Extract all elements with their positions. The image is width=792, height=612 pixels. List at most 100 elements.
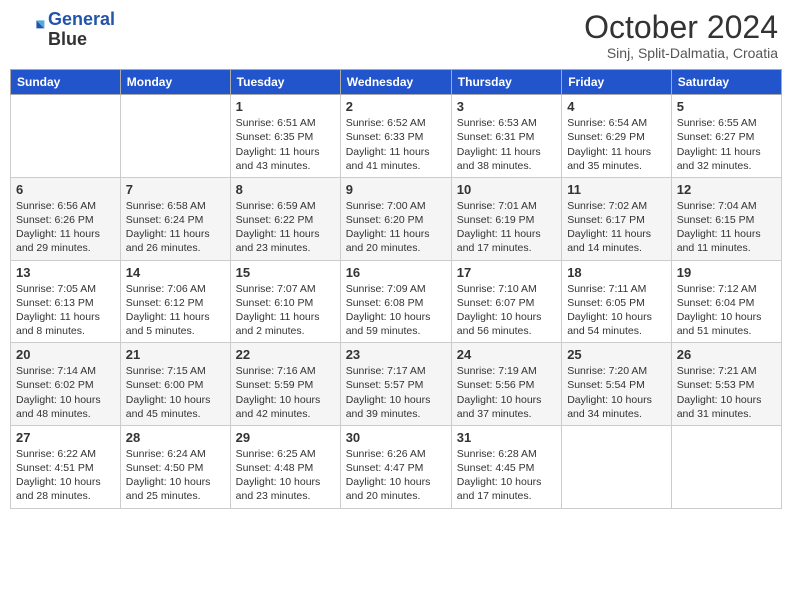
day-info: Sunrise: 7:06 AM Sunset: 6:12 PM Dayligh… (126, 282, 225, 339)
day-info: Sunrise: 6:54 AM Sunset: 6:29 PM Dayligh… (567, 116, 666, 173)
day-number: 7 (126, 182, 225, 197)
day-number: 29 (236, 430, 335, 445)
title-block: October 2024 Sinj, Split-Dalmatia, Croat… (584, 10, 778, 61)
day-info: Sunrise: 7:11 AM Sunset: 6:05 PM Dayligh… (567, 282, 666, 339)
day-info: Sunrise: 7:10 AM Sunset: 6:07 PM Dayligh… (457, 282, 556, 339)
day-number: 1 (236, 99, 335, 114)
day-number: 20 (16, 347, 115, 362)
calendar-cell: 11Sunrise: 7:02 AM Sunset: 6:17 PM Dayli… (562, 177, 672, 260)
calendar-cell: 18 Sunrise: 7:11 AM Sunset: 6:05 PM Dayli… (562, 260, 672, 343)
calendar-cell: 15Sunrise: 7:07 AM Sunset: 6:10 PM Dayli… (230, 260, 340, 343)
day-info: Sunrise: 6:22 AM Sunset: 4:51 PM Dayligh… (16, 447, 115, 504)
day-number: 13 (16, 265, 115, 280)
day-info: Sunrise: 7:15 AM Sunset: 6:00 PM Dayligh… (126, 364, 225, 421)
header-wednesday: Wednesday (340, 70, 451, 95)
calendar-cell (671, 425, 781, 508)
calendar-cell: 8 Sunrise: 6:59 AM Sunset: 6:22 PM Daylig… (230, 177, 340, 260)
day-number: 14 (126, 265, 225, 280)
calendar-cell (11, 95, 121, 178)
day-number: 17 (457, 265, 556, 280)
calendar-cell: 16 Sunrise: 7:09 AM Sunset: 6:08 PM Dayli… (340, 260, 451, 343)
day-info: Sunrise: 7:02 AM Sunset: 6:17 PM Dayligh… (567, 199, 666, 256)
day-number: 2 (346, 99, 446, 114)
header-sunday: Sunday (11, 70, 121, 95)
day-number: 5 (677, 99, 776, 114)
day-number: 26 (677, 347, 776, 362)
day-number: 31 (457, 430, 556, 445)
day-number: 6 (16, 182, 115, 197)
calendar-cell: 13 Sunrise: 7:05 AM Sunset: 6:13 PM Dayli… (11, 260, 121, 343)
day-number: 23 (346, 347, 446, 362)
header-monday: Monday (120, 70, 230, 95)
week-row-5: 27 Sunrise: 6:22 AM Sunset: 4:51 PM Dayli… (11, 425, 782, 508)
day-info: Sunrise: 7:14 AM Sunset: 6:02 PM Dayligh… (16, 364, 115, 421)
page-header: General Blue October 2024 Sinj, Split-Da… (10, 10, 782, 61)
header-tuesday: Tuesday (230, 70, 340, 95)
logo: General Blue (14, 10, 115, 50)
calendar-cell: 12 Sunrise: 7:04 AM Sunset: 6:15 PM Dayli… (671, 177, 781, 260)
day-number: 10 (457, 182, 556, 197)
calendar-cell (562, 425, 672, 508)
logo-icon (14, 14, 46, 46)
day-number: 16 (346, 265, 446, 280)
calendar-cell: 14 Sunrise: 7:06 AM Sunset: 6:12 PM Dayli… (120, 260, 230, 343)
week-row-1: 1 Sunrise: 6:51 AM Sunset: 6:35 PM Daylig… (11, 95, 782, 178)
calendar-cell: 3Sunrise: 6:53 AM Sunset: 6:31 PM Daylig… (451, 95, 561, 178)
day-number: 27 (16, 430, 115, 445)
day-number: 30 (346, 430, 446, 445)
calendar-cell: 6 Sunrise: 6:56 AM Sunset: 6:26 PM Daylig… (11, 177, 121, 260)
day-number: 9 (346, 182, 446, 197)
day-info: Sunrise: 7:09 AM Sunset: 6:08 PM Dayligh… (346, 282, 446, 339)
day-number: 19 (677, 265, 776, 280)
day-info: Sunrise: 6:52 AM Sunset: 6:33 PM Dayligh… (346, 116, 446, 173)
day-number: 24 (457, 347, 556, 362)
calendar-cell: 23 Sunrise: 7:17 AM Sunset: 5:57 PM Dayli… (340, 343, 451, 426)
day-number: 22 (236, 347, 335, 362)
day-info: Sunrise: 7:01 AM Sunset: 6:19 PM Dayligh… (457, 199, 556, 256)
calendar-cell: 4Sunrise: 6:54 AM Sunset: 6:29 PM Daylig… (562, 95, 672, 178)
calendar-cell: 28Sunrise: 6:24 AM Sunset: 4:50 PM Dayli… (120, 425, 230, 508)
day-number: 15 (236, 265, 335, 280)
day-number: 21 (126, 347, 225, 362)
day-info: Sunrise: 7:04 AM Sunset: 6:15 PM Dayligh… (677, 199, 776, 256)
day-info: Sunrise: 7:12 AM Sunset: 6:04 PM Dayligh… (677, 282, 776, 339)
logo-text: General Blue (48, 10, 115, 50)
day-info: Sunrise: 7:16 AM Sunset: 5:59 PM Dayligh… (236, 364, 335, 421)
week-row-4: 20 Sunrise: 7:14 AM Sunset: 6:02 PM Dayli… (11, 343, 782, 426)
day-info: Sunrise: 7:17 AM Sunset: 5:57 PM Dayligh… (346, 364, 446, 421)
week-row-3: 13 Sunrise: 7:05 AM Sunset: 6:13 PM Dayli… (11, 260, 782, 343)
day-info: Sunrise: 6:28 AM Sunset: 4:45 PM Dayligh… (457, 447, 556, 504)
calendar-cell: 1 Sunrise: 6:51 AM Sunset: 6:35 PM Daylig… (230, 95, 340, 178)
week-row-2: 6 Sunrise: 6:56 AM Sunset: 6:26 PM Daylig… (11, 177, 782, 260)
day-info: Sunrise: 6:59 AM Sunset: 6:22 PM Dayligh… (236, 199, 335, 256)
day-info: Sunrise: 7:00 AM Sunset: 6:20 PM Dayligh… (346, 199, 446, 256)
day-info: Sunrise: 7:19 AM Sunset: 5:56 PM Dayligh… (457, 364, 556, 421)
day-number: 18 (567, 265, 666, 280)
header-row: SundayMondayTuesdayWednesdayThursdayFrid… (11, 70, 782, 95)
month-title: October 2024 (584, 10, 778, 45)
day-info: Sunrise: 7:21 AM Sunset: 5:53 PM Dayligh… (677, 364, 776, 421)
header-thursday: Thursday (451, 70, 561, 95)
calendar-cell (120, 95, 230, 178)
day-info: Sunrise: 6:51 AM Sunset: 6:35 PM Dayligh… (236, 116, 335, 173)
calendar-cell: 24 Sunrise: 7:19 AM Sunset: 5:56 PM Dayli… (451, 343, 561, 426)
day-info: Sunrise: 6:58 AM Sunset: 6:24 PM Dayligh… (126, 199, 225, 256)
day-info: Sunrise: 6:55 AM Sunset: 6:27 PM Dayligh… (677, 116, 776, 173)
day-info: Sunrise: 7:05 AM Sunset: 6:13 PM Dayligh… (16, 282, 115, 339)
location-subtitle: Sinj, Split-Dalmatia, Croatia (584, 45, 778, 61)
day-number: 28 (126, 430, 225, 445)
calendar-cell: 25Sunrise: 7:20 AM Sunset: 5:54 PM Dayli… (562, 343, 672, 426)
day-number: 3 (457, 99, 556, 114)
calendar-cell: 26 Sunrise: 7:21 AM Sunset: 5:53 PM Dayli… (671, 343, 781, 426)
day-number: 12 (677, 182, 776, 197)
calendar-cell: 17 Sunrise: 7:10 AM Sunset: 6:07 PM Dayli… (451, 260, 561, 343)
calendar-cell: 29 Sunrise: 6:25 AM Sunset: 4:48 PM Dayli… (230, 425, 340, 508)
calendar-cell: 30Sunrise: 6:26 AM Sunset: 4:47 PM Dayli… (340, 425, 451, 508)
calendar-cell: 9 Sunrise: 7:00 AM Sunset: 6:20 PM Daylig… (340, 177, 451, 260)
day-info: Sunrise: 6:25 AM Sunset: 4:48 PM Dayligh… (236, 447, 335, 504)
day-info: Sunrise: 6:56 AM Sunset: 6:26 PM Dayligh… (16, 199, 115, 256)
day-info: Sunrise: 7:20 AM Sunset: 5:54 PM Dayligh… (567, 364, 666, 421)
day-number: 8 (236, 182, 335, 197)
calendar-table: SundayMondayTuesdayWednesdayThursdayFrid… (10, 69, 782, 508)
header-saturday: Saturday (671, 70, 781, 95)
